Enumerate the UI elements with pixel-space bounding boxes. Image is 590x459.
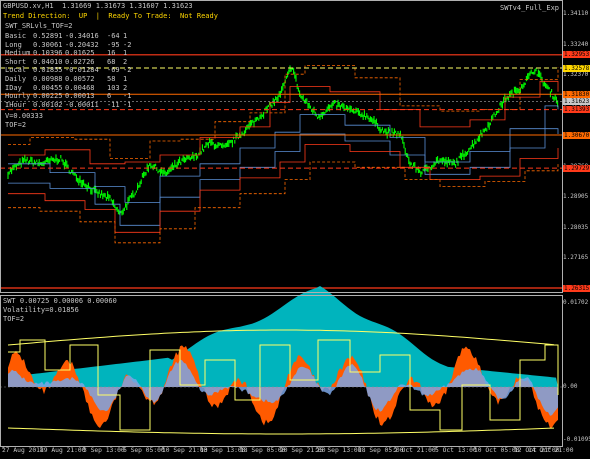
- levels-cell-v3: -11: [107, 100, 120, 109]
- time-axis-label: 3 Sep 13:00: [83, 447, 125, 454]
- levels-cell-v4: 2: [123, 83, 128, 92]
- time-axis-label: 2 Oct 21:00: [394, 447, 436, 454]
- levels-cell-v2: -0.20432: [65, 40, 99, 49]
- price-tag: 1.31623: [563, 98, 590, 105]
- price-axis-label: 1.34110: [563, 10, 589, 18]
- oscillator-header: SWT 0.00725 0.00006 0.00060: [3, 297, 117, 305]
- levels-cell-name: IHour: [5, 100, 27, 109]
- levels-cell-v4: 1: [123, 49, 128, 58]
- indicator-name: SWT_SRLvls_TOF=2: [5, 22, 73, 30]
- oscillator-axis-label: 0.01702: [563, 299, 589, 306]
- levels-cell-name: Medium: [5, 49, 31, 58]
- levels-cell-v4: -2: [123, 66, 132, 75]
- levels-cell-v4: -2: [123, 40, 132, 49]
- oscillator-tof: TOF=2: [3, 315, 25, 323]
- levels-cell-name: Local: [5, 66, 27, 75]
- price-tag: 1.29729: [563, 164, 590, 172]
- levels-cell-v3: 16: [107, 49, 116, 58]
- levels-cell-v4: 1: [123, 32, 128, 40]
- levels-cell-v4: -1: [123, 92, 132, 101]
- time-axis-label: 5 Oct 13:00: [435, 447, 477, 454]
- levels-cell-name: Daily: [5, 74, 27, 83]
- levels-cell-name: Basic: [5, 32, 27, 40]
- levels-cell-v2: 0.00572: [65, 74, 95, 83]
- levels-cell-v1: 0.01855: [33, 66, 63, 75]
- levels-cell-v3: -69: [107, 66, 120, 75]
- expert-label[interactable]: SWTv4_Full_Exp: [500, 4, 559, 13]
- levels-cell-name: Hourly: [5, 92, 31, 101]
- levels-cell-v3: 68: [107, 57, 116, 66]
- levels-cell-v1: 0.00102: [33, 100, 63, 109]
- levels-cell-v1: 0.00455: [33, 83, 63, 92]
- levels-cell-v1: 0.30061: [33, 40, 63, 49]
- levels-cell-v1: 0.10396: [33, 49, 63, 58]
- levels-cell-v3: 58: [107, 74, 116, 83]
- levels-cell-v4: 2: [123, 57, 128, 66]
- levels-cell-v1: 0.52891: [33, 32, 63, 40]
- price-axis-label: 1.32370: [563, 71, 589, 79]
- levels-cell-v2: -0.00011: [65, 100, 99, 109]
- time-axis-label: 10 Oct 05:00: [474, 447, 520, 454]
- time-axis-label: 18 Sep 05:00: [240, 447, 286, 454]
- levels-cell-v2: 0.00013: [65, 92, 95, 101]
- symbol-line: GBPUSD.xv,H1 1.31669 1.31673 1.31607 1.3…: [3, 2, 193, 10]
- price-axis-label: 1.28035: [563, 223, 589, 231]
- levels-cell-v1: 0.00225: [33, 92, 63, 101]
- price-tag: 1.32578: [563, 64, 590, 72]
- levels-cell-v2: -0.34016: [65, 32, 99, 40]
- oscillator-axis-label: 0.00: [563, 383, 578, 390]
- trend-status-line: Trend Direction: UP | Ready To Trade: No…: [3, 12, 218, 20]
- time-axis-label: 13 Sep 13:00: [200, 447, 246, 454]
- levels-cell-v2: -0.01284: [65, 66, 99, 75]
- levels-cell-v1: 0.04010: [33, 57, 63, 66]
- oscillator-lower-envelope: [7, 427, 555, 435]
- time-axis-label: 27 Aug 2018: [2, 447, 44, 454]
- time-axis-label: 6 Sep 05:00: [123, 447, 165, 454]
- price-tag: 1.30670: [563, 131, 590, 139]
- price-tag: 1.31830: [563, 90, 590, 98]
- levels-cell-v1: 0.00988: [33, 74, 63, 83]
- price-axis-label: 1.28905: [563, 193, 589, 200]
- price-tag: 1.32953: [563, 51, 590, 59]
- volatility-value: V=0.00333: [5, 112, 43, 120]
- levels-cell-v2: 0.00468: [65, 83, 95, 92]
- oscillator-volatility: Volatility=0.01856: [3, 306, 79, 314]
- levels-cell-v4: 1: [123, 74, 128, 83]
- levels-cell-v4: -1: [123, 100, 132, 109]
- levels-cell-v3: -95: [107, 40, 120, 49]
- price-tag: 1.31393: [563, 106, 590, 114]
- levels-cell-v3: 103: [107, 83, 120, 92]
- time-axis-label: 14 Oct 21:00: [528, 447, 574, 454]
- levels-cell-v3: 6: [107, 92, 112, 101]
- levels-cell-name: Long: [5, 40, 22, 49]
- levels-cell-v3: -64: [107, 32, 120, 40]
- price-axis-label: 1.33240: [563, 40, 589, 48]
- levels-cell-v2: 0.02726: [65, 57, 95, 66]
- time-axis-label: 29 Aug 21:00: [40, 447, 86, 454]
- oscillator-pane[interactable]: [0, 286, 562, 435]
- time-axis-label: 25 Sep 13:00: [316, 447, 362, 454]
- levels-cell-name: Short: [5, 57, 27, 66]
- price-tag: 1.26315: [563, 284, 590, 292]
- oscillator-axis-label: -0.01095: [563, 436, 590, 443]
- levels-cell-v2: 0.01625: [65, 49, 95, 58]
- support-line-dashed: [8, 161, 559, 244]
- tof-value: TOF=2: [5, 121, 27, 129]
- levels-cell-name: IDay: [5, 83, 22, 92]
- price-axis-label: 1.27165: [563, 254, 589, 262]
